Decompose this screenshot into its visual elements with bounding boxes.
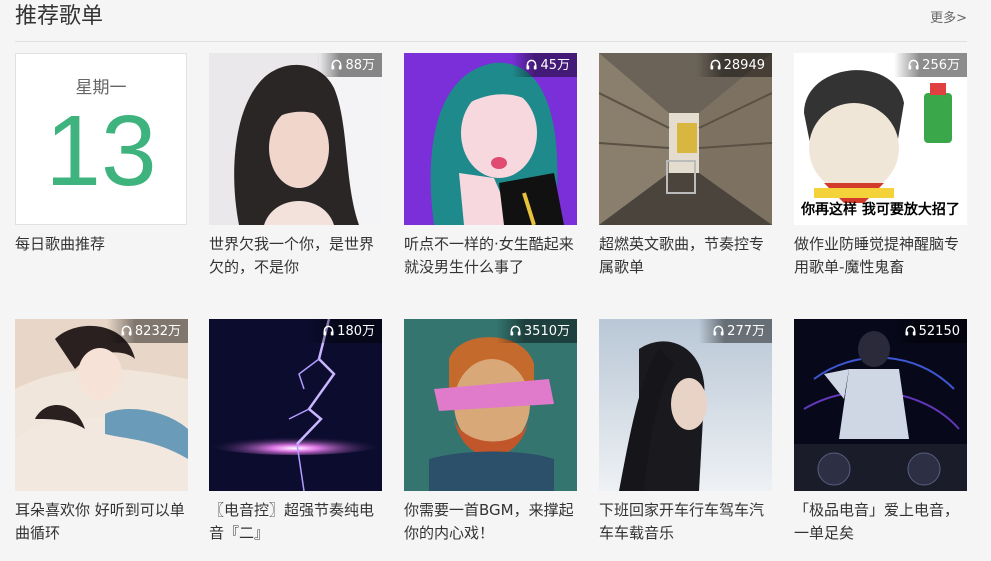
playlist-cover[interactable]: 28949 <box>599 53 772 225</box>
play-count-badge: 52150 <box>890 319 967 343</box>
cover-image <box>599 53 772 225</box>
playlist-title[interactable]: 世界欠我一个你，是世界欠的，不是你 <box>209 233 381 279</box>
playlist-card[interactable]: 3510万 你需要一首BGM，来撑起你的内心戏！ <box>404 319 577 545</box>
play-count-badge: 256万 <box>894 53 967 77</box>
playlist-title[interactable]: 做作业防睡觉提神醒脑专用歌单-魔性鬼畜 <box>794 233 966 279</box>
playlist-cover[interactable]: 52150 <box>794 319 967 491</box>
play-count-badge: 8232万 <box>106 319 188 343</box>
play-count: 277万 <box>727 324 765 339</box>
playlist-cover[interactable]: 45万 <box>404 53 577 225</box>
playlist-card[interactable]: 180万 〖电音控〗超强节奏纯电音『二』 <box>209 319 382 545</box>
play-count: 3510万 <box>523 324 570 339</box>
headphones-icon <box>121 325 132 336</box>
daily-calendar[interactable]: 星期一 13 <box>15 53 187 225</box>
play-count: 52150 <box>918 324 960 339</box>
play-count: 88万 <box>345 58 375 73</box>
day-number: 13 <box>45 95 157 207</box>
headphones-icon <box>323 325 334 336</box>
playlist-title[interactable]: 下班回家开车行车驾车汽车车载音乐 <box>599 499 771 545</box>
playlist-card[interactable]: 28949 超燃英文歌曲，节奏控专属歌单 <box>599 53 772 279</box>
playlist-title[interactable]: 每日歌曲推荐 <box>15 233 187 256</box>
playlist-card[interactable]: 8232万 耳朵喜欢你 好听到可以单曲循环 <box>15 319 188 545</box>
headphones-icon <box>510 325 521 336</box>
cover-image <box>15 319 188 491</box>
playlist-cover[interactable]: 你再这样 我可要放大招了 256万 <box>794 53 967 225</box>
play-count: 45万 <box>540 58 570 73</box>
headphones-icon <box>331 59 342 70</box>
playlist-card[interactable]: 277万 下班回家开车行车驾车汽车车载音乐 <box>599 319 772 545</box>
play-count-badge: 45万 <box>512 53 577 77</box>
cover-image <box>209 53 382 225</box>
play-count: 180万 <box>337 324 375 339</box>
play-count-badge: 3510万 <box>495 319 577 343</box>
playlist-title[interactable]: 耳朵喜欢你 好听到可以单曲循环 <box>15 499 187 545</box>
playlist-cover[interactable]: 3510万 <box>404 319 577 491</box>
cover-image <box>794 319 967 491</box>
section-header: 推荐歌单 更多> <box>15 0 967 42</box>
cover-image <box>599 319 772 491</box>
play-count-badge: 88万 <box>317 53 382 77</box>
playlist-title[interactable]: 听点不一样的·女生酷起来就没男生什么事了 <box>404 233 576 279</box>
headphones-icon <box>905 325 916 336</box>
play-count-badge: 277万 <box>699 319 772 343</box>
play-count: 256万 <box>922 58 960 73</box>
playlist-card[interactable]: 你再这样 我可要放大招了 256万 做作业防睡觉提神醒脑专用歌单-魔性鬼畜 <box>794 53 967 279</box>
play-count: 28949 <box>723 58 765 73</box>
playlist-title[interactable]: 「极品电音」爱上电音，一单足矣 <box>794 499 966 545</box>
daily-recommend-card[interactable]: 星期一 13 每日歌曲推荐 <box>15 53 188 256</box>
playlist-cover[interactable]: 88万 <box>209 53 382 225</box>
more-link[interactable]: 更多> <box>930 10 967 28</box>
playlist-title[interactable]: 〖电音控〗超强节奏纯电音『二』 <box>209 499 381 545</box>
playlist-cover[interactable]: 8232万 <box>15 319 188 491</box>
playlist-card[interactable]: 88万 世界欠我一个你，是世界欠的，不是你 <box>209 53 382 279</box>
headphones-icon <box>713 325 724 336</box>
playlist-card[interactable]: 45万 听点不一样的·女生酷起来就没男生什么事了 <box>404 53 577 279</box>
cover-caption: 你再这样 我可要放大招了 <box>801 202 960 218</box>
cover-image <box>404 53 577 225</box>
headphones-icon <box>908 59 919 70</box>
play-count-badge: 28949 <box>695 53 772 77</box>
playlist-cover[interactable]: 180万 <box>209 319 382 491</box>
playlist-cover[interactable]: 277万 <box>599 319 772 491</box>
section-title: 推荐歌单 <box>15 4 104 29</box>
playlist-title[interactable]: 你需要一首BGM，来撑起你的内心戏！ <box>404 499 576 545</box>
headphones-icon <box>710 59 721 70</box>
cover-image <box>209 319 382 491</box>
headphones-icon <box>526 59 537 70</box>
playlist-title[interactable]: 超燃英文歌曲，节奏控专属歌单 <box>599 233 771 279</box>
play-count-badge: 180万 <box>309 319 382 343</box>
cover-image <box>404 319 577 491</box>
playlist-card[interactable]: 52150 「极品电音」爱上电音，一单足矣 <box>794 319 967 545</box>
play-count: 8232万 <box>134 324 181 339</box>
